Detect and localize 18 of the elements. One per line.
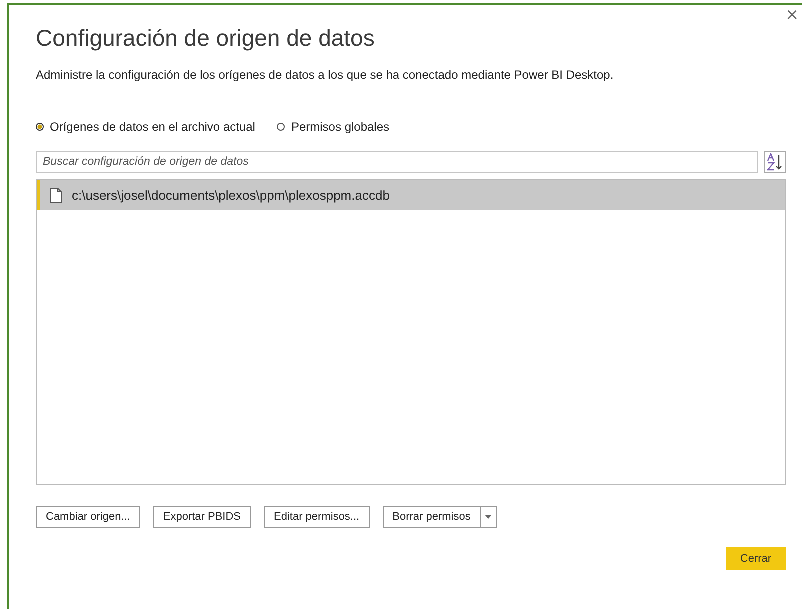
source-path: c:\users\josel\documents\plexos\ppm\plexosppm.accdb bbox=[72, 188, 390, 202]
file-icon bbox=[50, 188, 62, 202]
dialog-title: Configuración de origen de datos bbox=[36, 25, 376, 52]
description-text: Administre la configuración de los orígenes de datos a los que se ha conectado mediante Power BI Desktop. bbox=[36, 68, 615, 82]
action-button[interactable]: Exportar PBIDS bbox=[153, 506, 252, 528]
radio-icon[interactable] bbox=[36, 123, 44, 131]
caret-icon bbox=[484, 515, 492, 519]
close-button[interactable]: Cerrar bbox=[726, 547, 786, 570]
action-button[interactable]: Borrar permisos bbox=[382, 506, 480, 528]
search-field[interactable]: Buscar configuración de origen de datos bbox=[36, 151, 758, 173]
sort-button[interactable] bbox=[764, 151, 786, 173]
sort-icon bbox=[767, 153, 783, 171]
close-icon[interactable]: × bbox=[786, 5, 799, 25]
source-row[interactable]: c:\users\josel\documents\plexos\ppm\plexosppm.accdb bbox=[37, 180, 785, 210]
radio-icon[interactable] bbox=[277, 123, 286, 131]
dropdown-button[interactable] bbox=[480, 506, 497, 528]
action-button[interactable]: Editar permisos... bbox=[264, 506, 370, 528]
action-button[interactable]: Cambiar origen... bbox=[36, 506, 140, 528]
